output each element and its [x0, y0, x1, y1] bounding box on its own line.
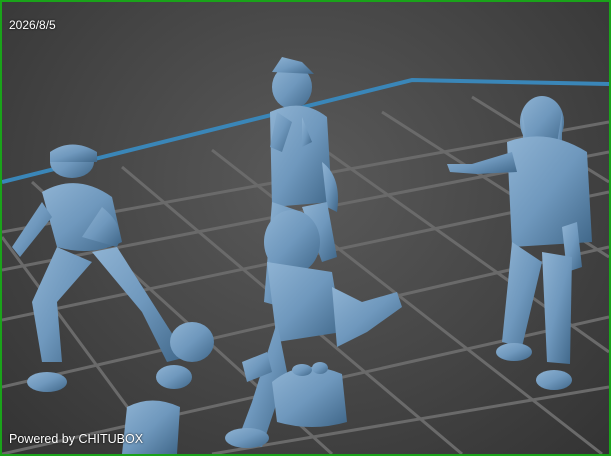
model-viewport[interactable]: 2026/8/5 Powered by CHITUBOX: [0, 0, 611, 456]
model-pointing-figure-with-hoodie[interactable]: [447, 96, 592, 390]
date-stamp: 2026/8/5: [9, 18, 56, 32]
powered-by-watermark: Powered by CHITUBOX: [9, 432, 144, 446]
model-crouching-figure-with-cap[interactable]: [12, 144, 214, 393]
build-plate-scene[interactable]: [2, 2, 609, 454]
